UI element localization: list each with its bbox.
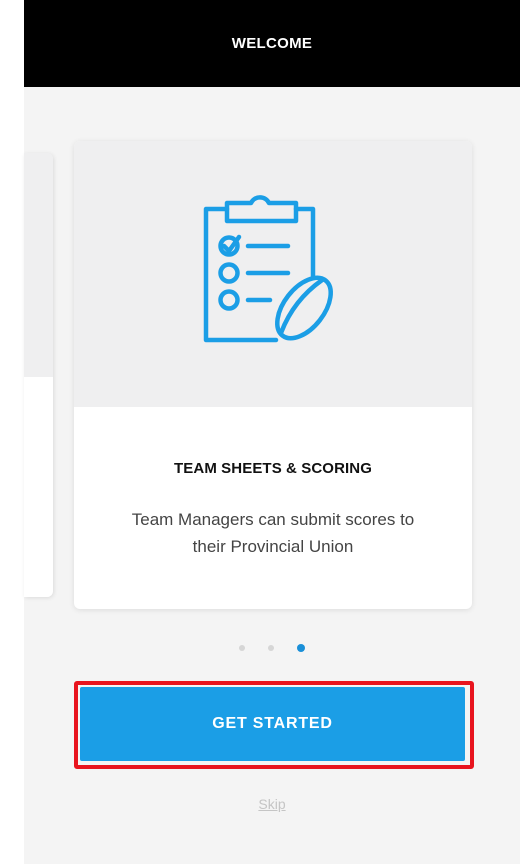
previous-slide-image [24,153,53,377]
slide-title: TEAM SHEETS & SCORING [174,460,372,477]
onboarding-slide-card[interactable]: TEAM SHEETS & SCORING Team Managers can … [74,141,472,609]
skip-link[interactable]: Skip [24,796,520,812]
carousel-pagination [0,644,520,652]
previous-slide-body [24,377,53,597]
slide-content: TEAM SHEETS & SCORING Team Managers can … [74,460,472,560]
slide-image-area [74,141,472,407]
pagination-dot-1[interactable] [239,645,245,651]
pagination-dot-3-active[interactable] [297,644,305,652]
app-header: WELCOME [24,0,520,87]
pagination-dot-2[interactable] [268,645,274,651]
previous-slide-card[interactable] [24,153,53,597]
clipboard-checklist-rugby-ball-icon [203,195,333,343]
get-started-button[interactable]: GET STARTED [80,687,465,761]
screen-edge [0,0,24,864]
page-title: WELCOME [231,35,313,52]
slide-description: Team Managers can submit scores to their… [131,510,415,556]
